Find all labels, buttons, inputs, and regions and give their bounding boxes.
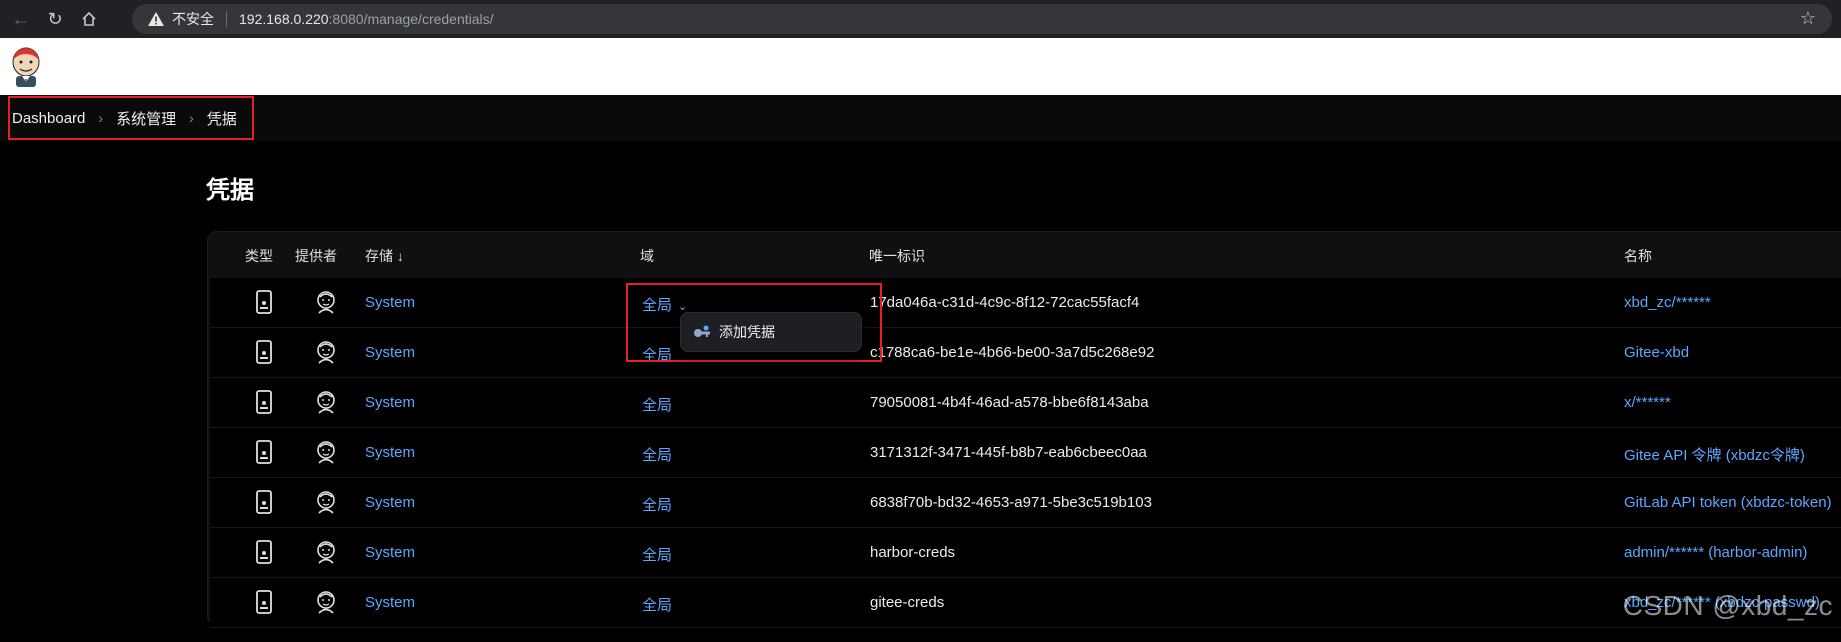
jenkins-provider-icon xyxy=(317,291,335,314)
credential-name-link[interactable]: GitLab API token (xbdzc-token) xyxy=(1624,494,1832,511)
credential-id: 17da046a-c31d-4c9c-8f12-72cac55facf4 xyxy=(870,294,1140,311)
store-link[interactable]: System xyxy=(365,294,415,311)
domain-link[interactable]: 全局 xyxy=(642,394,672,415)
store-link[interactable]: System xyxy=(365,544,415,561)
watermark: CSDN @xbd_zc xyxy=(1622,590,1833,621)
table-row: System 全局 79050081-4b4f-46ad-a578-bbe6f8… xyxy=(210,378,1841,428)
header-id[interactable]: 唯一标识 xyxy=(869,246,925,266)
table-row: System 全局 3171312f-3471-445f-b8b7-eab6cb… xyxy=(210,428,1841,478)
credential-id: gitee-creds xyxy=(870,594,945,611)
credential-id: 3171312f-3471-445f-b8b7-eab6cbeec0aa xyxy=(870,444,1147,461)
jenkins-provider-icon xyxy=(317,491,335,514)
jenkins-header xyxy=(0,38,1841,95)
credential-name-link[interactable]: admin/****** (harbor-admin) xyxy=(1624,544,1807,561)
store-link[interactable]: System xyxy=(365,394,415,411)
header-domain[interactable]: 域 xyxy=(640,246,654,266)
mobile-credential-icon xyxy=(256,290,272,314)
table-row: System 全局 c1788ca6-be1e-4b66-be00-3a7d5c… xyxy=(210,328,1841,378)
credential-id: harbor-creds xyxy=(870,544,956,561)
header-provider[interactable]: 提供者 xyxy=(295,246,337,266)
store-link[interactable]: System xyxy=(365,494,415,511)
insecure-label[interactable]: 不安全 xyxy=(172,9,214,29)
mobile-credential-icon xyxy=(256,390,272,414)
breadcrumb-bar: Dashboard › 系统管理 › 凭据 xyxy=(0,95,1841,141)
page-title: 凭据 xyxy=(206,177,254,204)
header-store[interactable]: 存储 ↓ xyxy=(365,246,404,266)
back-icon[interactable]: ← xyxy=(4,2,38,36)
address-bar[interactable]: 不安全 192.168.0.220:8080/manage/credential… xyxy=(132,4,1832,34)
jenkins-provider-icon xyxy=(317,391,335,414)
domain-link[interactable]: 全局 xyxy=(642,444,672,465)
add-credential-item[interactable]: 添加凭据 xyxy=(719,322,775,342)
header-type[interactable]: 类型 xyxy=(245,246,273,266)
credential-id: c1788ca6-be1e-4b66-be00-3a7d5c268e92 xyxy=(870,344,1155,361)
credential-id: 6838f70b-bd32-4653-a971-5be3c519b103 xyxy=(870,494,1152,511)
browser-toolbar: ← ↻ 不安全 192.168.0.220:8080/manage/creden… xyxy=(0,0,1841,38)
table-row: System 全局 ⌄ 17da046a-c31d-4c9c-8f12-72cac… xyxy=(210,278,1841,328)
reload-icon[interactable]: ↻ xyxy=(38,2,72,36)
table-row: System 全局 6838f70b-bd32-4653-a971-5be3c5… xyxy=(210,478,1841,528)
table-row: System 全局 harbor-creds admin/****** (har… xyxy=(210,528,1841,578)
breadcrumb-credentials[interactable]: 凭据 xyxy=(207,108,237,129)
table-row: System 全局 gitee-creds xbd_zc/****** (xbd… xyxy=(210,578,1841,628)
domain-link[interactable]: 全局 xyxy=(642,494,672,515)
warning-icon[interactable] xyxy=(148,11,164,27)
table-header: 类型 提供者 存储 ↓ 域 唯一标识 名称 xyxy=(208,232,1841,278)
jenkins-provider-icon xyxy=(317,591,335,614)
omnibox-divider xyxy=(226,11,227,27)
key-icon xyxy=(694,325,710,337)
mobile-credential-icon xyxy=(256,540,272,564)
jenkins-provider-icon xyxy=(317,341,335,364)
store-link[interactable]: System xyxy=(365,444,415,461)
credential-name-link[interactable]: xbd_zc/****** xyxy=(1624,294,1711,311)
credentials-table: 类型 提供者 存储 ↓ 域 唯一标识 名称 System 全局 ⌄ 17da046… xyxy=(207,231,1841,628)
jenkins-provider-icon xyxy=(317,541,335,564)
home-icon[interactable] xyxy=(72,2,106,36)
mobile-credential-icon xyxy=(256,490,272,514)
mobile-credential-icon xyxy=(256,590,272,614)
domain-dropdown-menu[interactable]: 添加凭据 xyxy=(680,312,862,352)
domain-link[interactable]: 全局 xyxy=(642,594,672,615)
store-link[interactable]: System xyxy=(365,344,415,361)
store-link[interactable]: System xyxy=(365,594,415,611)
mobile-credential-icon xyxy=(256,440,272,464)
credential-name-link[interactable]: x/****** xyxy=(1624,394,1671,411)
credential-name-link[interactable]: Gitee API 令牌 (xbdzc令牌) xyxy=(1624,444,1805,465)
domain-link[interactable]: 全局 xyxy=(642,544,672,565)
breadcrumb-dashboard[interactable]: Dashboard xyxy=(12,110,85,127)
mobile-credential-icon xyxy=(256,340,272,364)
url-path[interactable]: :8080/manage/credentials/ xyxy=(329,11,494,27)
jenkins-logo[interactable] xyxy=(8,46,44,88)
chevron-right-icon: › xyxy=(98,110,104,126)
credential-id: 79050081-4b4f-46ad-a578-bbe6f8143aba xyxy=(870,394,1149,411)
chevron-right-icon: › xyxy=(189,110,194,126)
credential-name-link[interactable]: Gitee-xbd xyxy=(1624,344,1689,361)
bookmark-star-icon[interactable]: ☆ xyxy=(1800,8,1816,29)
jenkins-provider-icon xyxy=(317,441,335,464)
breadcrumb: Dashboard › 系统管理 › 凭据 xyxy=(8,96,254,140)
header-name[interactable]: 名称 xyxy=(1624,246,1652,266)
url-host[interactable]: 192.168.0.220 xyxy=(239,11,329,27)
breadcrumb-manage[interactable]: 系统管理 xyxy=(116,108,176,129)
